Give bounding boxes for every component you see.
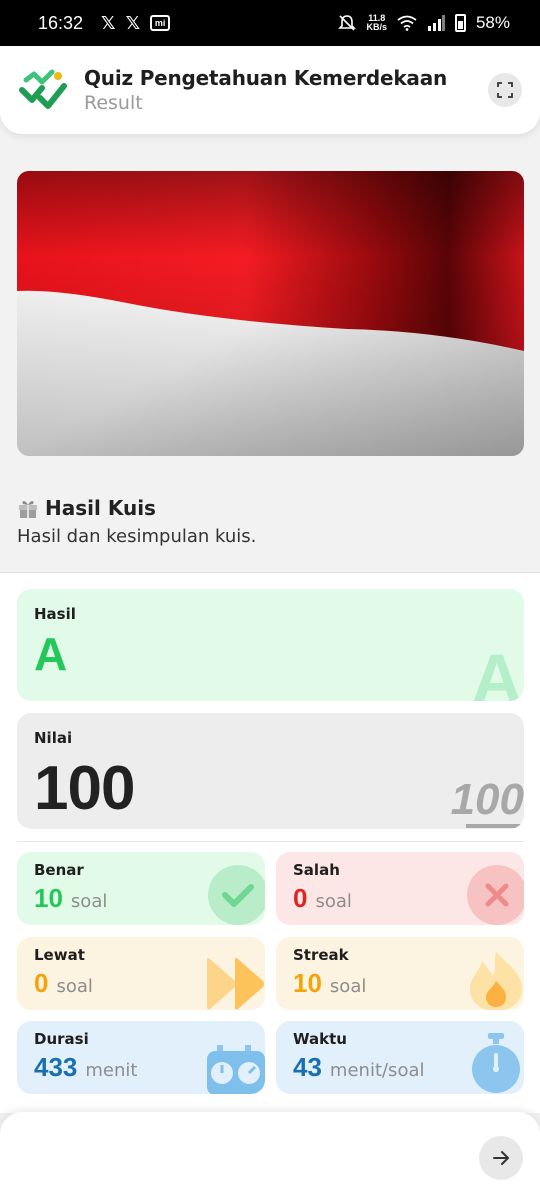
correct-label: Benar <box>34 861 84 879</box>
next-button[interactable] <box>479 1136 523 1180</box>
skipped-count: 0 <box>34 968 49 998</box>
stopwatch-double-icon <box>207 1045 265 1094</box>
gift-icon <box>19 501 37 518</box>
grade-value: A <box>34 628 68 680</box>
score-value: 100 <box>34 754 135 823</box>
wifi-icon <box>397 15 417 31</box>
duration-stat-card: Durasi 433 menit <box>17 1021 265 1094</box>
bottom-action-bar <box>0 1112 540 1200</box>
section-title: Hasil Kuis <box>45 496 156 520</box>
time-label: Waktu <box>293 1030 347 1048</box>
stopwatch-icon <box>472 1033 520 1093</box>
section-description: Hasil dan kesimpulan kuis. <box>17 526 257 547</box>
app-header: Quiz Pengetahuan Kemerdekaan Result <box>0 46 540 134</box>
correct-count: 10 <box>34 883 63 913</box>
notification-icons: 𝕏 𝕏 mi <box>101 12 171 34</box>
header-text: Quiz Pengetahuan Kemerdekaan Result <box>84 65 488 115</box>
time-per-question-stat-card: Waktu 43 menit/soal <box>276 1021 524 1094</box>
x-app-icon: 𝕏 <box>101 12 116 34</box>
grade-label: Hasil <box>34 605 76 623</box>
streak-unit: soal <box>329 976 367 997</box>
app-logo-icon <box>19 69 67 109</box>
battery-icon <box>454 14 466 32</box>
time-unit: menit/soal <box>329 1060 425 1081</box>
duration-unit: menit <box>85 1060 138 1081</box>
net-speed: 11.8 KB/s <box>366 14 387 32</box>
skipped-unit: soal <box>56 976 93 997</box>
cross-icon <box>467 865 524 925</box>
x-app-icon: 𝕏 <box>125 12 141 34</box>
signal-icon <box>427 15 445 31</box>
divider <box>17 841 524 842</box>
wrong-stat-card: Salah 0 soal <box>276 852 524 925</box>
duration-value: 433 <box>34 1052 78 1082</box>
skipped-label: Lewat <box>34 946 85 964</box>
hundred-emoji-underline <box>466 824 524 828</box>
streak-label: Streak <box>293 946 349 964</box>
wrong-label: Salah <box>293 861 340 879</box>
grade-card: Hasil A A <box>17 589 524 701</box>
streak-count: 10 <box>293 968 322 998</box>
status-time: 16:32 <box>38 12 84 33</box>
status-right: 11.8 KB/s 58% <box>338 13 510 33</box>
battery-percent: 58% <box>475 13 510 32</box>
grade-decoration: A <box>471 640 522 701</box>
wrong-count: 0 <box>293 883 308 913</box>
app-title: Quiz Pengetahuan Kemerdekaan <box>84 66 448 90</box>
arrow-right-icon <box>493 1151 509 1165</box>
streak-stat-card: Streak 10 soal <box>276 937 524 1010</box>
skipped-stat-card: Lewat 0 soal <box>17 937 265 1010</box>
correct-unit: soal <box>70 891 108 912</box>
duration-label: Durasi <box>34 1030 89 1048</box>
score-label: Nilai <box>34 729 73 747</box>
score-card: Nilai 100 100 <box>17 713 524 829</box>
skip-forward-icon <box>207 958 264 1010</box>
quiz-result-section-header: Hasil Kuis Hasil dan kesimpulan kuis. <box>17 496 523 547</box>
wrong-unit: soal <box>315 891 352 912</box>
net-speed-unit: KB/s <box>366 22 387 32</box>
status-bar: 16:32 𝕏 𝕏 mi 11.8 KB/s 58% <box>0 0 540 46</box>
page-subtitle: Result <box>84 92 143 114</box>
correct-stat-card: Benar 10 soal <box>17 852 265 925</box>
fire-icon <box>470 951 522 1010</box>
hundred-emoji-icon: 100 <box>450 775 524 824</box>
flag-banner-image <box>17 171 524 456</box>
fullscreen-icon <box>497 82 513 98</box>
time-value: 43 <box>293 1052 322 1082</box>
mute-bell-icon <box>338 15 357 31</box>
mi-app-icon: mi <box>150 15 171 31</box>
check-icon <box>208 865 265 925</box>
fullscreen-button[interactable] <box>488 73 522 107</box>
